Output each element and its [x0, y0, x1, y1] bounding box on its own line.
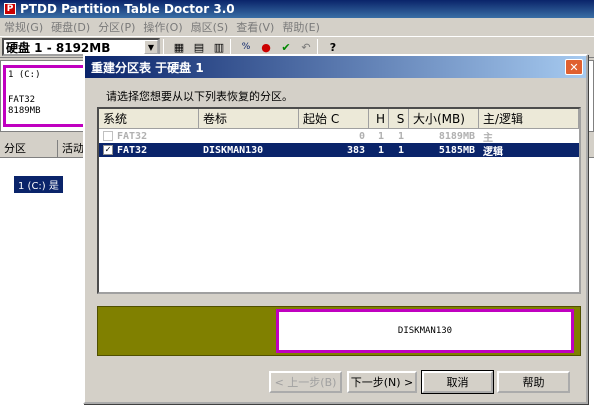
column-system[interactable]: 系统	[99, 109, 199, 129]
preview-partition[interactable]: DISKMAN130	[276, 309, 574, 353]
restore-icon[interactable]: ▥	[211, 39, 227, 55]
main-titlebar: P PTDD Partition Table Doctor 3.0	[0, 0, 594, 18]
row-volume: DISKMAN130	[203, 144, 264, 156]
row-size: 5185MB	[438, 144, 475, 156]
chevron-down-icon[interactable]: ▼	[144, 40, 158, 54]
row-system: FAT32	[117, 130, 148, 142]
column-start-c[interactable]: 起始 C	[299, 109, 369, 129]
row-start-c: 383	[346, 144, 365, 156]
row-s: 1	[397, 144, 405, 156]
toolbar-separator	[163, 39, 164, 55]
toolbar-separator	[230, 39, 231, 55]
row-checkbox[interactable]	[103, 130, 113, 141]
list-item[interactable]: FAT32 0 1 1 8189MB 主	[99, 129, 579, 144]
menu-sector[interactable]: 扇区(S)	[187, 19, 233, 35]
partition-preview: DISKMAN130	[97, 306, 581, 356]
undo-icon[interactable]: ↶	[298, 39, 314, 55]
column-type[interactable]: 主/逻辑	[479, 109, 579, 129]
app-logo-icon: P	[4, 3, 16, 15]
row-system-cell: ✓ FAT32	[99, 144, 199, 156]
rebuild-partition-dialog: 重建分区表 于硬盘 1 ✕ 请选择您想要从以下列表恢复的分区。 系统 卷标 起始…	[83, 54, 588, 404]
list-item[interactable]: ✓ FAT32 DISKMAN130 383 1 1 5185MB 逻辑	[99, 143, 579, 158]
app-title: PTDD Partition Table Doctor 3.0	[20, 2, 235, 16]
menu-disk[interactable]: 硬盘(D)	[47, 19, 94, 35]
list-header: 系统 卷标 起始 C H S 大小(MB) 主/逻辑	[99, 109, 579, 129]
partition-row[interactable]: 1 (C:) 是	[14, 176, 63, 193]
back-button[interactable]: < 上一步(B)	[269, 371, 342, 393]
row-system: FAT32	[117, 144, 148, 156]
disk-select-value: 硬盘 1 - 8192MB	[6, 40, 111, 55]
menu-help[interactable]: 帮助(E)	[278, 19, 324, 35]
copy-icon[interactable]: ▦	[171, 39, 187, 55]
row-checkbox[interactable]: ✓	[103, 144, 113, 155]
column-partition[interactable]: 分区	[0, 139, 58, 158]
row-type: 主	[483, 132, 493, 144]
cancel-button[interactable]: 取消	[421, 370, 494, 394]
row-system-cell: FAT32	[99, 130, 199, 142]
column-size[interactable]: 大小(MB)	[409, 109, 479, 129]
row-size: 8189MB	[438, 130, 475, 142]
column-volume[interactable]: 卷标	[199, 109, 299, 129]
preview-partition-label: DISKMAN130	[397, 326, 453, 336]
help-icon[interactable]: ?	[325, 39, 341, 55]
column-h[interactable]: H	[369, 109, 389, 129]
check-icon[interactable]: ✔	[278, 39, 294, 55]
scan-icon[interactable]: %	[238, 39, 254, 55]
dialog-title: 重建分区表 于硬盘 1	[91, 60, 204, 75]
menu-general[interactable]: 常规(G)	[0, 19, 47, 35]
menu-partition[interactable]: 分区(P)	[94, 19, 139, 35]
help-button[interactable]: 帮助	[497, 371, 570, 393]
record-icon[interactable]: ●	[258, 39, 274, 55]
menu-operation[interactable]: 操作(O)	[139, 19, 186, 35]
toolbar-separator	[317, 39, 318, 55]
row-start-c: 0	[358, 130, 365, 142]
recovery-partition-list: 系统 卷标 起始 C H S 大小(MB) 主/逻辑 FAT32 0 1 1 8…	[97, 107, 581, 294]
menu-bar: 常规(G) 硬盘(D) 分区(P) 操作(O) 扇区(S) 查看(V) 帮助(E…	[0, 18, 594, 36]
close-icon[interactable]: ✕	[565, 59, 583, 75]
next-button[interactable]: 下一步(N) >	[347, 371, 417, 393]
dialog-buttons: < 上一步(B) 下一步(N) > 取消 帮助	[85, 370, 586, 395]
dialog-prompt: 请选择您想要从以下列表恢复的分区。	[106, 90, 293, 103]
row-h: 1	[377, 130, 385, 142]
dialog-titlebar: 重建分区表 于硬盘 1 ✕	[85, 56, 586, 78]
column-s[interactable]: S	[389, 109, 409, 129]
menu-view[interactable]: 查看(V)	[232, 19, 278, 35]
row-type: 逻辑	[483, 146, 503, 158]
save-icon[interactable]: ▤	[191, 39, 207, 55]
row-s: 1	[397, 130, 405, 142]
row-h: 1	[377, 144, 385, 156]
